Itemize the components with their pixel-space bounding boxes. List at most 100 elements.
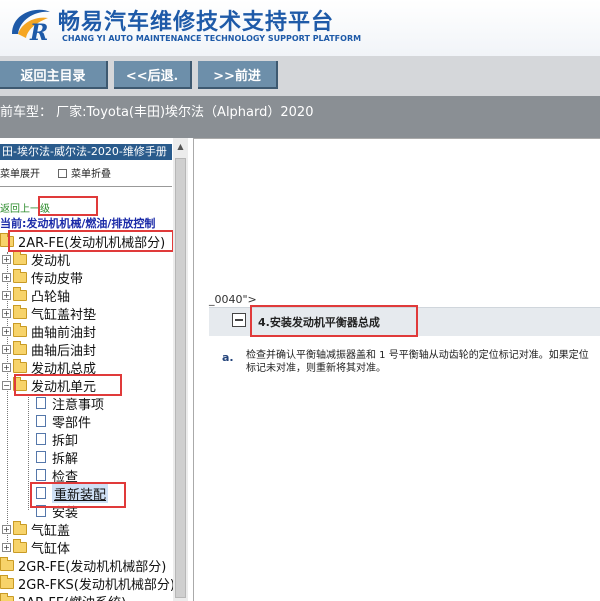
tree-item-unit[interactable]: − 发动机单元 [2, 376, 97, 395]
folder-icon [0, 574, 14, 589]
content-panel: _0040"> 4.安装发动机平衡器总成 a. 检查并确认平衡轴减振器盖和 1 … [193, 138, 600, 601]
folder-icon [0, 556, 14, 571]
folder-icon [13, 520, 27, 535]
document-icon [36, 397, 46, 409]
manual-title: 田-埃尔法-威尔法-2020-维修手册 [0, 144, 172, 160]
expand-icon[interactable]: + [2, 308, 11, 318]
tree-item-label: 2AR-FE(燃油系统) [18, 592, 126, 601]
back-link[interactable]: 返回上一级 [0, 200, 50, 215]
tree-root[interactable]: 2AR-FE(发动机机械部分) [0, 232, 166, 251]
brand-title: 畅易汽车维修技术支持平台 [58, 10, 335, 35]
tree-leaf[interactable]: 注意事项 [36, 394, 105, 413]
folder-open-icon [0, 232, 14, 247]
document-icon [36, 433, 46, 445]
document-icon [36, 487, 46, 499]
tree-leaf-label: 检查 [52, 469, 79, 485]
item-text: 检查并确认平衡轴减振器盖和 1 号平衡轴从动齿轮的定位标记对准。如果定位标记未对… [246, 350, 589, 374]
tree-item[interactable]: + 气缸体 [2, 538, 71, 557]
expand-icon[interactable]: + [2, 290, 11, 300]
tree-item-label: 发动机总成 [31, 361, 97, 377]
tree-leaf-selected[interactable]: 重新装配 [36, 483, 109, 503]
logo-icon: R [12, 9, 50, 44]
scroll-up-icon[interactable]: ▲ [173, 142, 188, 154]
folder-icon [13, 304, 27, 319]
left-scrollbar[interactable]: ▲ [173, 138, 188, 601]
vehicle-info: 前车型： 厂家:Toyota(丰田)埃尔法（Alphard）2020 [0, 105, 314, 120]
tree-item[interactable]: + 气缸盖 [2, 520, 71, 539]
tree-root-sibling[interactable]: 2GR-FE(发动机机械部分) [0, 556, 167, 575]
tree-leaf-label: 拆卸 [52, 433, 79, 449]
tree-item[interactable]: + 发动机 [2, 250, 71, 269]
menu-expand-button[interactable]: 菜单展开 [0, 165, 40, 180]
expand-icon[interactable]: + [2, 254, 11, 264]
folder-icon [0, 592, 14, 601]
tree-item[interactable]: + 发动机总成 [2, 358, 97, 377]
folder-icon [13, 268, 27, 283]
tree-leaf-label: 拆解 [52, 451, 79, 467]
expand-icon[interactable]: + [2, 524, 11, 534]
tree-root-sibling[interactable]: 2GR-FKS(发动机机械部分) [0, 574, 175, 593]
collapse-section-icon[interactable] [232, 313, 246, 327]
svg-text:R: R [29, 20, 48, 44]
item-label: a. [222, 351, 234, 364]
tree-item-label: 气缸体 [31, 541, 71, 557]
header: R 畅易汽车维修技术支持平台 CHANG YI AUTO MAINTENANCE… [0, 0, 600, 56]
tree-root-sibling[interactable]: 2AR-FE(燃油系统) [0, 592, 126, 601]
tree-leaf-label: 安装 [52, 505, 79, 521]
left-tree-panel: 田-埃尔法-威尔法-2020-维修手册 菜单展开 菜单折叠 返回上一级 当前:发… [0, 138, 188, 601]
expand-icon[interactable]: + [2, 344, 11, 354]
home-button[interactable]: 返回主目录 [0, 61, 108, 89]
tree-item[interactable]: + 曲轴前油封 [2, 322, 97, 341]
tree-item[interactable]: + 传动皮带 [2, 268, 84, 287]
divider [0, 186, 172, 187]
document-icon [36, 415, 46, 427]
tree-item[interactable]: + 气缸盖衬垫 [2, 304, 97, 323]
tree-item-label: 凸轮轴 [31, 289, 71, 305]
expand-icon[interactable]: + [2, 542, 11, 552]
tree-leaf[interactable]: 零部件 [36, 412, 92, 431]
tree-item-label: 发动机单元 [31, 379, 97, 395]
expand-icon[interactable]: + [2, 362, 11, 372]
tree-item-label: 曲轴后油封 [31, 343, 97, 359]
tree-item-label: 气缸盖衬垫 [31, 307, 97, 323]
tree-root-label: 2AR-FE(发动机机械部分) [18, 235, 166, 251]
tree-item-label: 传动皮带 [31, 271, 84, 287]
tree-item-label: 气缸盖 [31, 523, 71, 539]
tree-leaf[interactable]: 安装 [36, 502, 79, 521]
vehicle-bar: 前车型： 厂家:Toyota(丰田)埃尔法（Alphard）2020 [0, 96, 600, 138]
nav-bar: 返回主目录 <<后退. >>前进 [0, 56, 600, 96]
scrollbar-thumb[interactable] [175, 158, 186, 598]
tree-item-label: 2GR-FE(发动机机械部分) [18, 559, 167, 575]
expand-icon[interactable]: + [2, 326, 11, 336]
collapse-icon[interactable]: − [2, 380, 11, 390]
folder-icon [13, 538, 27, 553]
expand-icon[interactable]: + [2, 272, 11, 282]
tree-item[interactable]: + 曲轴后油封 [2, 340, 97, 359]
tree-item-label: 发动机 [31, 253, 71, 269]
folder-icon [13, 250, 27, 265]
current-path: 当前:发动机机械/燃油/排放控制 [0, 217, 156, 230]
forward-button[interactable]: >>前进 [198, 61, 278, 89]
folder-icon [13, 286, 27, 301]
menu-collapse-label: 菜单折叠 [71, 169, 111, 180]
tree-leaf-label: 注意事项 [52, 397, 105, 413]
document-icon [36, 469, 46, 481]
anchor-text: _0040"> [209, 293, 257, 306]
folder-icon [13, 340, 27, 355]
folder-icon [13, 358, 27, 373]
folder-open-icon [13, 376, 27, 391]
back-button[interactable]: <<后退. [114, 61, 192, 89]
tree-leaf[interactable]: 检查 [36, 466, 79, 485]
tree-item-label: 2GR-FKS(发动机机械部分) [18, 577, 175, 593]
tree-item[interactable]: + 凸轮轴 [2, 286, 71, 305]
tree-leaf[interactable]: 拆解 [36, 448, 79, 467]
tree-guide [28, 394, 29, 510]
document-icon [36, 505, 46, 517]
step-title: 4.安装发动机平衡器总成 [258, 316, 380, 329]
tree-leaf-label: 零部件 [52, 415, 92, 431]
tree-item-label: 曲轴前油封 [31, 325, 97, 341]
menu-collapse-icon[interactable]: 菜单折叠 [58, 165, 111, 180]
tree-leaf-label: 重新装配 [52, 483, 109, 503]
tree-leaf[interactable]: 拆卸 [36, 430, 79, 449]
folder-icon [13, 322, 27, 337]
